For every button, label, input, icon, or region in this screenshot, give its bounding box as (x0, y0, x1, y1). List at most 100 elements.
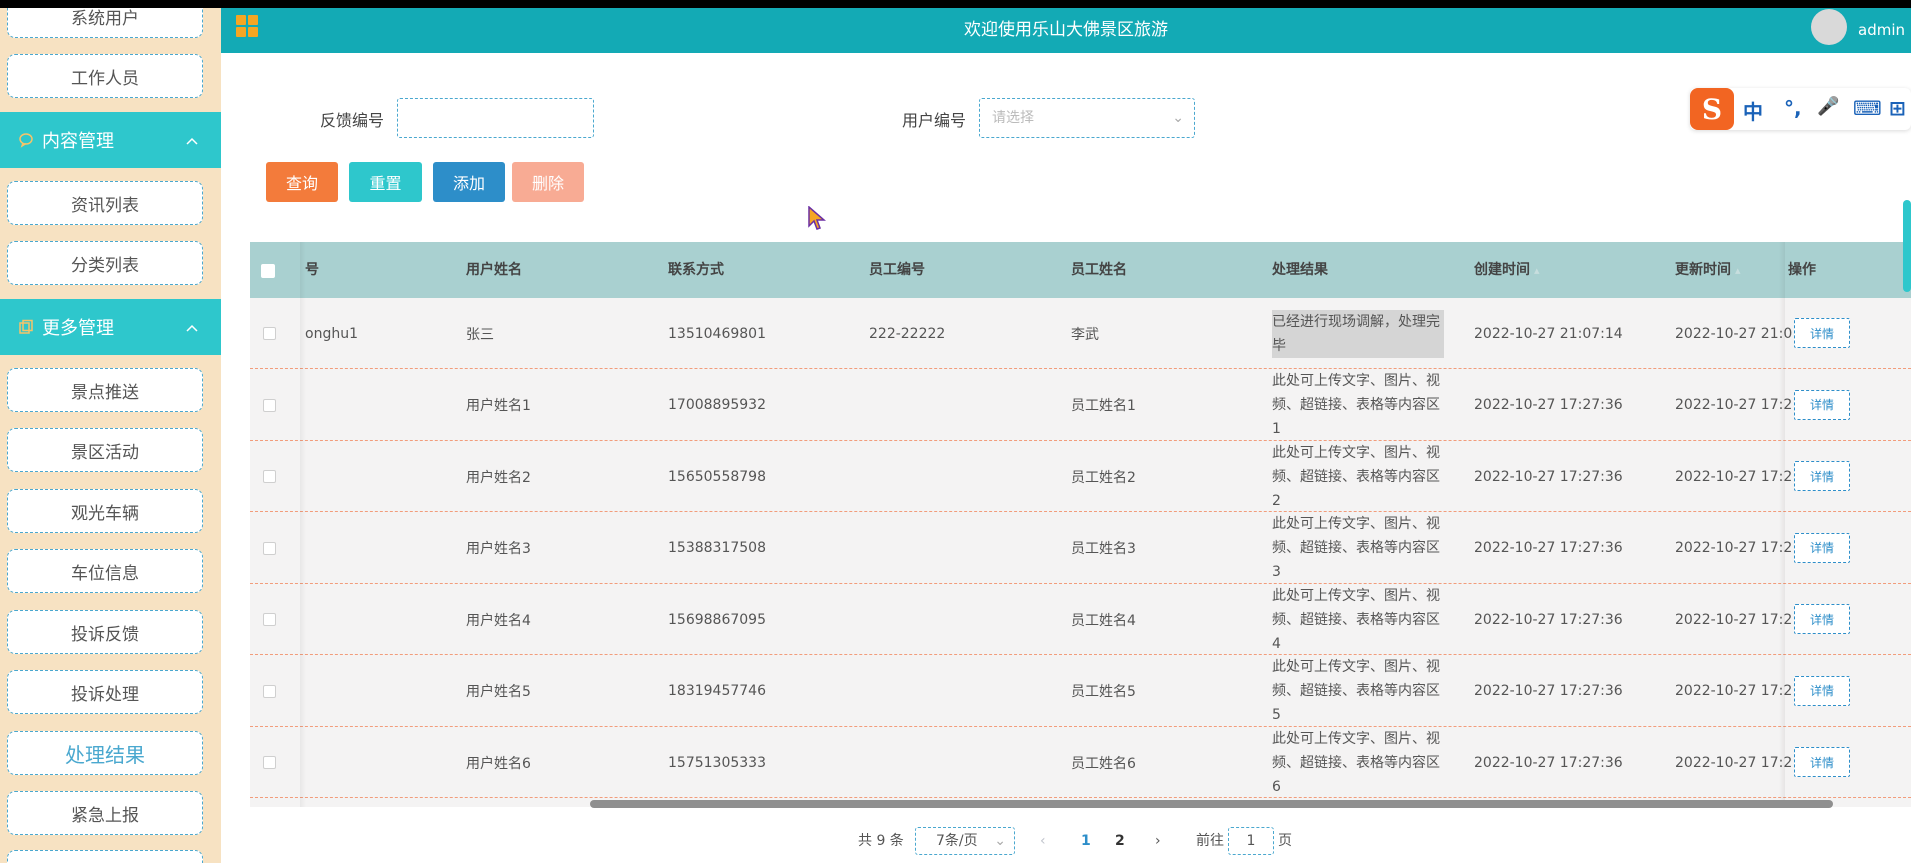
chat-icon (18, 132, 34, 148)
detail-button[interactable]: 详情 (1794, 532, 1850, 563)
sidebar-item-complaint-feedback[interactable]: 投诉反馈 (7, 610, 203, 654)
cell-text: 2022-10-27 17:27:36 (1474, 754, 1623, 771)
detail-button[interactable]: 详情 (1794, 461, 1850, 491)
page-1-button[interactable]: 1 (1081, 828, 1091, 854)
detail-button[interactable]: 详情 (1794, 604, 1850, 634)
row-checkbox[interactable] (263, 684, 276, 698)
grid-apps-icon[interactable]: ⊞ (1889, 96, 1906, 120)
sidebar-item-category-list[interactable]: 分类列表 (7, 241, 203, 285)
cell-created: 2022-10-27 17:27:36 (1474, 727, 1623, 798)
row-checkbox[interactable] (263, 541, 276, 555)
table-row[interactable]: 用户姓名4 15698867095 员工姓名4 此处可上传文字、图片、视频、超链接、表… (250, 584, 1911, 655)
cell-result: 此处可上传文字、图片、视频、超链接、表格等内容区1 (1272, 370, 1444, 441)
cell-text: 用户姓名6 (466, 755, 531, 772)
cell-created: 2022-10-27 17:27:36 (1474, 584, 1623, 655)
sidebar-item-label: 观光车辆 (71, 503, 139, 524)
cell-updated: 2022-10-27 17:2 (1675, 441, 1792, 512)
cell-result: 已经进行现场调解，处理完毕 (1272, 298, 1444, 369)
detail-button[interactable]: 详情 (1794, 747, 1850, 777)
cell-text: 用户姓名5 (466, 684, 531, 700)
sidebar-item-scenic-activity[interactable]: 景区活动 (7, 428, 203, 472)
cell-text: 2022-10-27 21:07:14 (1474, 325, 1623, 342)
ime-toolbar[interactable]: S 中 °, 🎤 ⌨ ⊞ (1690, 88, 1911, 130)
prev-page-button[interactable]: ‹ (1040, 828, 1046, 854)
sidebar-item-staff[interactable]: 工作人员 (7, 54, 203, 98)
table-row[interactable]: 用户姓名1 17008895932 员工姓名1 此处可上传文字、图片、视频、超链接、表… (250, 370, 1911, 441)
cell-text: 此处可上传文字、图片、视频、超链接、表格等内容区6 (1272, 730, 1440, 795)
chevron-down-icon: ⌄ (1172, 110, 1184, 126)
col-updated[interactable]: 更新时间 ▴ (1675, 242, 1741, 298)
sidebar-item-scenic-push[interactable]: 景点推送 (7, 368, 203, 412)
query-button[interactable]: 查询 (266, 162, 338, 202)
menu-grid-icon[interactable] (236, 15, 258, 37)
cell-text: 用户姓名3 (466, 541, 531, 557)
microphone-icon[interactable]: 🎤 (1817, 96, 1839, 117)
ime-logo-icon[interactable]: S (1690, 88, 1734, 130)
add-button[interactable]: 添加 (433, 162, 505, 202)
cell-contact: 17008895932 (668, 370, 766, 441)
user-no-select[interactable]: 请选择 ⌄ (979, 98, 1195, 138)
sidebar-item-complaint-handling[interactable]: 投诉处理 (7, 670, 203, 714)
col-created[interactable]: 创建时间 ▴ (1474, 242, 1540, 298)
table-row[interactable]: 用户姓名5 18319457746 员工姓名5 此处可上传文字、图片、视频、超链接、表… (250, 656, 1911, 727)
cell-result: 此处可上传文字、图片、视频、超链接、表格等内容区4 (1272, 584, 1444, 655)
reset-button[interactable]: 重置 (349, 162, 422, 202)
sidebar-item-parking-info[interactable]: 车位信息 (7, 549, 203, 593)
sidebar-group-more[interactable]: 更多管理 (0, 299, 221, 355)
cell-user-name: 用户姓名4 (466, 584, 531, 655)
goto-page-input[interactable]: 1 (1228, 827, 1274, 855)
keyboard-icon[interactable]: ⌨ (1853, 96, 1882, 120)
cell-contact: 15751305333 (668, 727, 766, 798)
username[interactable]: admin (1858, 8, 1905, 53)
cell-text: 17008895932 (668, 397, 766, 413)
col-updated-label: 更新时间 (1675, 262, 1731, 278)
vertical-scrollbar[interactable] (1903, 200, 1911, 292)
row-checkbox[interactable] (263, 398, 276, 412)
cell-text: 员工姓名3 (1071, 541, 1136, 557)
table-row[interactable]: onghu1 张三 13510469801 222-22222 李武 已经进行现场调解，处… (250, 298, 1911, 369)
ime-chinese-toggle[interactable]: 中 (1743, 96, 1763, 125)
feedback-no-input[interactable] (397, 98, 594, 138)
cell-text: 员工姓名1 (1071, 398, 1136, 414)
cell-text: 用户姓名2 (466, 469, 531, 486)
sidebar-item-handling-result[interactable]: 处理结果 (7, 731, 203, 775)
sidebar-item-sightseeing-vehicle[interactable]: 观光车辆 (7, 489, 203, 533)
table-row[interactable]: 用户姓名3 15388317508 员工姓名3 此处可上传文字、图片、视频、超链接、表… (250, 513, 1911, 584)
col-created-label: 创建时间 (1474, 262, 1530, 278)
feedback-no-label: 反馈编号 (320, 111, 385, 130)
row-checkbox[interactable] (263, 756, 276, 769)
sidebar-item-emergency-report[interactable]: 紧急上报 (7, 791, 203, 835)
cell-created: 2022-10-27 17:27:36 (1474, 370, 1623, 441)
cell-result: 此处可上传文字、图片、视频、超链接、表格等内容区3 (1272, 513, 1444, 584)
sidebar-item-label: 车位信息 (71, 563, 139, 584)
delete-button[interactable]: 删除 (512, 162, 584, 202)
cell-text: 2022-10-27 17:27:36 (1474, 611, 1623, 628)
row-checkbox[interactable] (263, 470, 276, 483)
cell-text: 员工姓名6 (1071, 755, 1136, 772)
table-row[interactable]: 用户姓名2 15650558798 员工姓名2 此处可上传文字、图片、视频、超链接、表… (250, 441, 1911, 512)
cell-staff-name: 员工姓名4 (1071, 584, 1136, 655)
data-table: 号 用户姓名 联系方式 员工编号 员工姓名 处理结果 创建时间 ▴ 更新时间 ▴ 操… (250, 242, 1911, 807)
select-all-checkbox[interactable] (261, 264, 275, 278)
cell-text: 已经进行现场调解，处理完毕 (1272, 309, 1444, 358)
row-checkbox[interactable] (263, 327, 276, 340)
next-page-button[interactable]: › (1155, 828, 1161, 854)
row-checkbox[interactable] (263, 613, 276, 626)
cell-text: 2022-10-27 17:2 (1675, 611, 1793, 628)
detail-button[interactable]: 详情 (1794, 389, 1850, 420)
detail-button[interactable]: 详情 (1794, 675, 1850, 706)
sidebar-item-partial[interactable] (7, 850, 203, 863)
sidebar-group-content[interactable]: 内容管理 (0, 112, 221, 168)
fixed-column-shadow-left (300, 242, 306, 807)
cell-text: 用户姓名4 (466, 612, 531, 629)
cell-result: 此处可上传文字、图片、视频、超链接、表格等内容区2 (1272, 441, 1444, 512)
table-header: 号 用户姓名 联系方式 员工编号 员工姓名 处理结果 创建时间 ▴ 更新时间 ▴ 操… (250, 242, 1911, 298)
detail-button[interactable]: 详情 (1794, 318, 1850, 348)
avatar[interactable] (1811, 9, 1847, 45)
table-row[interactable]: 用户姓名6 15751305333 员工姓名6 此处可上传文字、图片、视频、超链接、表… (250, 727, 1911, 798)
page-2-button[interactable]: 2 (1115, 828, 1125, 854)
horizontal-scrollbar[interactable] (590, 800, 1833, 808)
sidebar-item-news-list[interactable]: 资讯列表 (7, 181, 203, 225)
page-size-select[interactable]: 7条/页 ⌄ (915, 827, 1015, 855)
ime-punctuation-toggle[interactable]: °, (1784, 96, 1802, 120)
